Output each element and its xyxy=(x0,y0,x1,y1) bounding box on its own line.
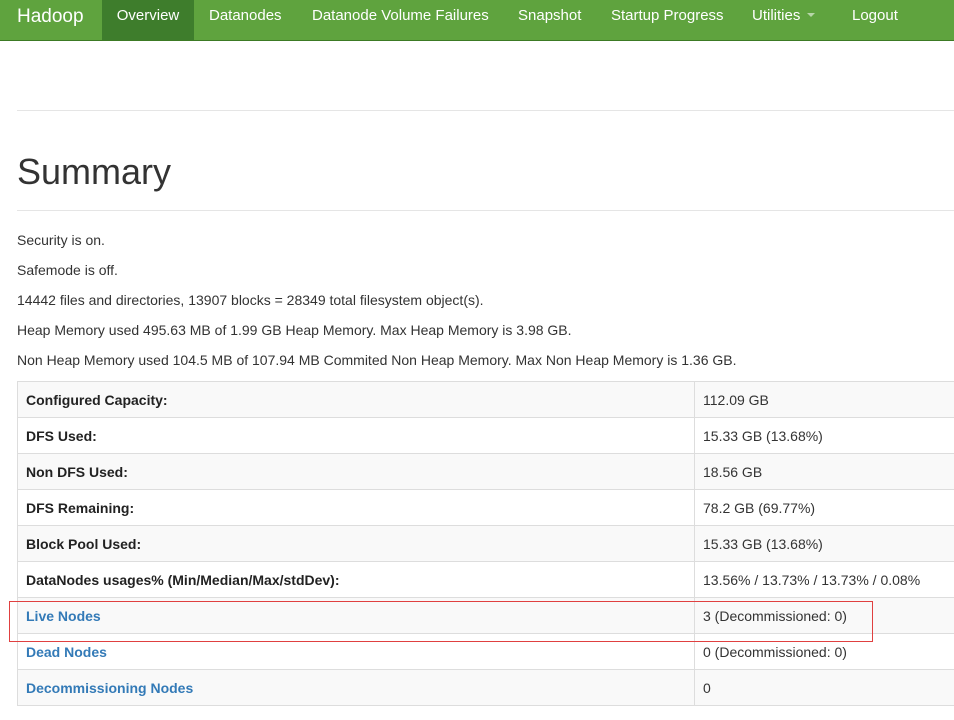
nav-tab-snapshot[interactable]: Snapshot xyxy=(518,0,581,40)
nav-tab-logout[interactable]: Logout xyxy=(852,0,898,40)
non-dfs-used-label: Non DFS Used: xyxy=(17,453,695,490)
dfs-used-label: DFS Used: xyxy=(17,417,695,454)
table-row: Live Nodes 3 (Decommissioned: 0) xyxy=(17,597,954,634)
datanodes-usages-value: 13.56% / 13.73% / 13.73% / 0.08% xyxy=(694,561,954,598)
page-title: Summary xyxy=(17,151,172,192)
dead-nodes-value: 0 (Decommissioned: 0) xyxy=(694,633,954,670)
security-status: Security is on. xyxy=(17,232,105,248)
safemode-status: Safemode is off. xyxy=(17,262,118,278)
table-row: Configured Capacity: 112.09 GB xyxy=(17,381,954,418)
dfs-remaining-value: 78.2 GB (69.77%) xyxy=(694,489,954,526)
nav-menu-utilities-label: Utilities xyxy=(752,7,801,24)
live-nodes-link[interactable]: Live Nodes xyxy=(17,597,695,634)
decommissioning-nodes-link[interactable]: Decommissioning Nodes xyxy=(17,669,695,706)
table-row: DFS Remaining: 78.2 GB (69.77%) xyxy=(17,489,954,526)
non-dfs-used-value: 18.56 GB xyxy=(694,453,954,490)
live-nodes-value: 3 (Decommissioned: 0) xyxy=(694,597,954,634)
decommissioning-nodes-value: 0 xyxy=(694,669,954,706)
nav-menu-utilities[interactable]: Utilities xyxy=(752,0,816,40)
configured-capacity-label: Configured Capacity: xyxy=(17,381,695,418)
nav-tab-overview[interactable]: Overview xyxy=(102,0,194,40)
table-row: Decommissioning Nodes 0 xyxy=(17,669,954,706)
divider-top xyxy=(17,110,954,111)
nav-tab-startup-progress[interactable]: Startup Progress xyxy=(611,0,724,40)
nav-tab-volume-failures[interactable]: Datanode Volume Failures xyxy=(312,0,489,40)
table-row: Dead Nodes 0 (Decommissioned: 0) xyxy=(17,633,954,670)
brand-logo[interactable]: Hadoop xyxy=(17,0,84,40)
datanodes-usages-label: DataNodes usages% (Min/Median/Max/stdDev… xyxy=(17,561,695,598)
divider-title xyxy=(17,210,954,211)
non-heap-memory-summary: Non Heap Memory used 104.5 MB of 107.94 … xyxy=(17,352,737,368)
dfs-used-value: 15.33 GB (13.68%) xyxy=(694,417,954,454)
table-row: Block Pool Used: 15.33 GB (13.68%) xyxy=(17,525,954,562)
top-navbar: Hadoop Overview Datanodes Datanode Volum… xyxy=(0,0,954,41)
summary-stats-table: Configured Capacity: 112.09 GB DFS Used:… xyxy=(17,381,954,706)
dead-nodes-link[interactable]: Dead Nodes xyxy=(17,633,695,670)
nav-tab-datanodes[interactable]: Datanodes xyxy=(209,0,282,40)
block-pool-used-label: Block Pool Used: xyxy=(17,525,695,562)
table-row: DFS Used: 15.33 GB (13.68%) xyxy=(17,417,954,454)
heap-memory-summary: Heap Memory used 495.63 MB of 1.99 GB He… xyxy=(17,322,572,338)
configured-capacity-value: 112.09 GB xyxy=(694,381,954,418)
dfs-remaining-label: DFS Remaining: xyxy=(17,489,695,526)
block-pool-used-value: 15.33 GB (13.68%) xyxy=(694,525,954,562)
chevron-down-icon xyxy=(807,13,816,17)
table-row: Non DFS Used: 18.56 GB xyxy=(17,453,954,490)
filesystem-objects-summary: 14442 files and directories, 13907 block… xyxy=(17,292,484,308)
table-row: DataNodes usages% (Min/Median/Max/stdDev… xyxy=(17,561,954,598)
